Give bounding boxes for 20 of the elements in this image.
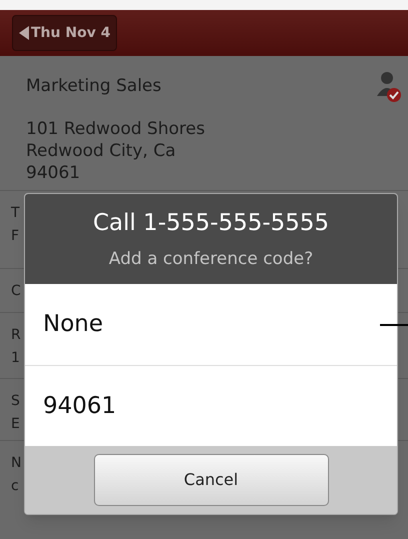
back-arrow-icon [19,26,29,40]
row-text: T [11,204,20,222]
row-text: c [11,478,19,494]
row-text: R [11,326,21,344]
attendee-check-icon [376,70,402,104]
row-text: S [11,392,20,410]
dialog-title: Call 1-555-555-5555 [92,209,330,238]
row-text: F [11,228,20,244]
row-text: C [11,282,21,300]
row-text: E [11,416,20,432]
leader-line [380,324,408,326]
row-text: 1 [11,350,20,366]
option-item[interactable]: 94061 [25,365,397,446]
row-text: N [11,454,22,472]
option-item[interactable]: None [25,284,397,365]
cancel-button[interactable]: Cancel [94,454,328,506]
event-address: 101 Redwood Shores Redwood City, Ca 94061 [26,118,206,184]
dialog-subtitle: Add a conference code? [108,248,314,270]
back-button[interactable]: Thu Nov 4 [12,15,118,51]
event-title: Marketing Sales [26,75,162,98]
